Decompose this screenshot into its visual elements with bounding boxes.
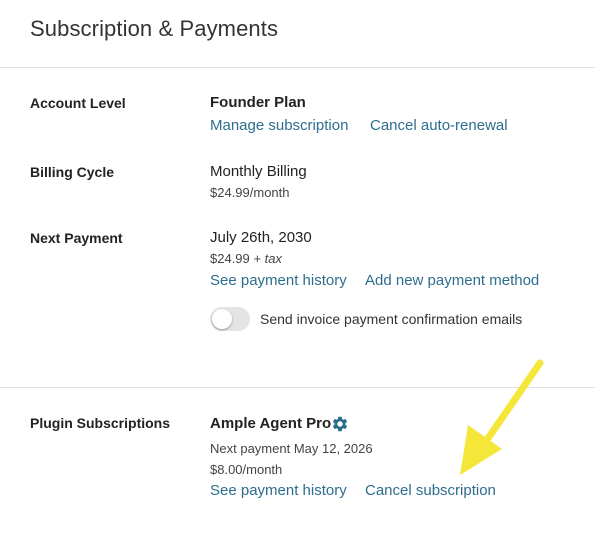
plugin-price: $8.00/month: [210, 462, 283, 477]
page-title: Subscription & Payments: [30, 16, 279, 41]
plugin-payment-history-link[interactable]: See payment history: [210, 482, 347, 499]
billing-cycle-value: Monthly Billing: [210, 163, 307, 180]
plugin-subscriptions-label: Plugin Subscriptions: [30, 415, 171, 431]
see-payment-history-link[interactable]: See payment history: [210, 272, 347, 289]
plan-name: Founder Plan: [210, 94, 306, 111]
arrow-icon: [460, 359, 544, 475]
payment-amount: $24.99: [210, 251, 250, 266]
plugin-next-payment: Next payment May 12, 2026: [210, 441, 373, 456]
billing-cycle-label: Billing Cycle: [30, 164, 115, 180]
manage-subscription-link[interactable]: Manage subscription: [210, 117, 348, 134]
plugin-name: Ample Agent Pro: [210, 415, 332, 432]
next-payment-date: July 26th, 2030: [210, 229, 312, 246]
toggle-knob: [212, 309, 232, 329]
cancel-auto-renewal-link[interactable]: Cancel auto-renewal: [370, 117, 508, 134]
account-level-label: Account Level: [30, 95, 126, 111]
gear-icon[interactable]: [331, 415, 349, 433]
add-payment-method-link[interactable]: Add new payment method: [365, 272, 539, 289]
email-confirmation-toggle[interactable]: [210, 307, 250, 331]
cancel-subscription-link[interactable]: Cancel subscription: [365, 482, 496, 499]
header-divider: [0, 67, 595, 68]
tax-suffix: + tax: [253, 251, 282, 266]
billing-price: $24.99/month: [210, 185, 290, 200]
next-payment-label: Next Payment: [30, 230, 123, 246]
next-payment-amount: $24.99 + tax: [210, 251, 282, 266]
email-confirmation-toggle-label: Send invoice payment confirmation emails: [260, 311, 523, 327]
